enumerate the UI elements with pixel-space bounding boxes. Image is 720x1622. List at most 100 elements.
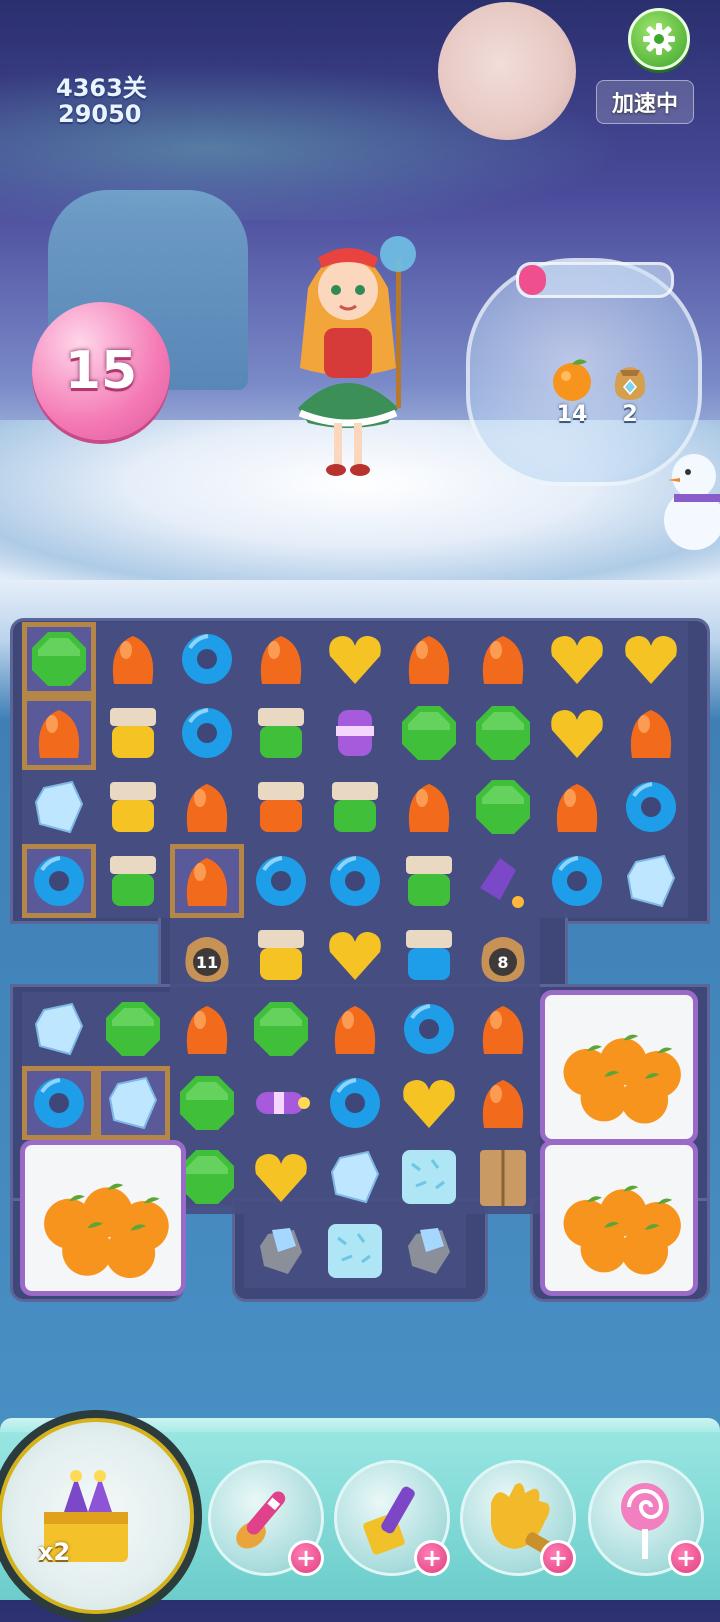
orange-gumdrop-candy[interactable] [22,696,96,770]
rock-crystal-blocker[interactable] [244,1214,318,1288]
orange-gumdrop-candy-icon [112,636,154,684]
goal-progress-bar [516,262,674,298]
blue-ring-candy[interactable] [22,1066,96,1140]
spoon-booster-add[interactable]: + [288,1540,324,1576]
orange-icon [553,359,591,401]
orange-gumdrop-candy-icon [186,784,228,832]
paintbrush-pot-icon [110,856,156,906]
frozen-ice-block[interactable] [392,1140,466,1214]
paintbrush-pot[interactable] [244,770,318,844]
green-octagon-candy[interactable] [466,770,540,844]
ice-crystal-candy-icon [626,854,676,908]
blue-ring-candy[interactable] [392,992,466,1066]
orange-gumdrop-candy[interactable] [392,770,466,844]
green-octagon-candy[interactable] [170,1066,244,1140]
yellow-heart-candy[interactable] [614,622,688,696]
blue-ring-candy[interactable] [170,696,244,770]
ice-crystal-candy[interactable] [22,770,96,844]
character-girl [298,236,416,476]
green-octagon-candy[interactable] [96,992,170,1066]
money-sack-blocker[interactable]: 8 [466,918,540,992]
paintbrush-pot[interactable] [392,844,466,918]
orange-gumdrop-candy[interactable] [466,622,540,696]
ice-crystal-candy[interactable] [22,992,96,1066]
frozen-ice-block[interactable] [318,1214,392,1288]
orange-gumdrop-candy[interactable] [466,992,540,1066]
orange-gumdrop-candy[interactable] [466,1066,540,1140]
yellow-heart-candy[interactable] [318,918,392,992]
paintbrush-pot[interactable] [244,918,318,992]
purple-potion-bottle[interactable] [318,696,392,770]
paintbrush-pot[interactable] [96,770,170,844]
paintbrush-pot-icon [258,708,304,758]
green-octagon-candy-icon [476,706,530,760]
green-octagon-candy[interactable] [244,992,318,1066]
yellow-heart-candy[interactable] [244,1140,318,1214]
blue-ring-candy[interactable] [244,844,318,918]
green-octagon-candy[interactable] [392,696,466,770]
firework-rocket-icon [480,858,524,908]
yellow-heart-candy[interactable] [392,1066,466,1140]
moon [438,2,576,140]
green-octagon-candy[interactable] [22,622,96,696]
blue-ring-candy[interactable] [318,844,392,918]
paintbrush-pot[interactable] [318,770,392,844]
orange-gumdrop-candy[interactable] [614,696,688,770]
settings-button[interactable] [628,8,690,70]
yellow-heart-candy[interactable] [318,622,392,696]
rocket-multiplier-button[interactable] [0,1410,202,1622]
orange-gumdrop-candy[interactable] [170,770,244,844]
wooden-crate-blocker[interactable] [466,1140,540,1214]
orange-gumdrop-candy[interactable] [318,992,392,1066]
orange-gumdrop-candy[interactable] [392,622,466,696]
speed-up-button[interactable]: 加速中 [596,80,694,124]
blue-ring-candy-icon [182,708,232,758]
paintbrush-pot[interactable] [244,696,318,770]
green-octagon-candy-icon [106,1002,160,1056]
orange-gumdrop-candy-icon [482,1080,524,1128]
ice-crystal-candy-icon [330,1150,380,1204]
goal-progress-fill [519,265,547,295]
ice-crystal-candy[interactable] [614,844,688,918]
blue-ring-candy-icon [404,1004,454,1054]
orange-crate-blocker[interactable] [20,1140,186,1296]
blue-ring-candy[interactable] [614,770,688,844]
glove-booster-add[interactable]: + [540,1540,576,1576]
blue-ring-candy[interactable] [318,1066,392,1140]
orange-crate-blocker[interactable] [540,990,698,1144]
green-octagon-candy-icon [32,632,86,686]
orange-gumdrop-candy[interactable] [540,770,614,844]
paintbrush-pot[interactable] [96,696,170,770]
orange-gumdrop-candy[interactable] [170,992,244,1066]
rock-crystal-blocker[interactable] [392,1214,466,1288]
firework-rocket[interactable] [466,844,540,918]
ice-crystal-candy[interactable] [96,1066,170,1140]
paintbrush-pot-icon [258,930,304,980]
level-label: 4363关 [56,74,147,102]
paintbrush-pot-icon [406,930,452,980]
ice-crystal-candy[interactable] [318,1140,392,1214]
yellow-heart-candy[interactable] [540,622,614,696]
orange-gumdrop-candy-icon [408,784,450,832]
blue-ring-candy[interactable] [170,622,244,696]
money-sack-blocker[interactable]: 11 [170,918,244,992]
blue-ring-candy[interactable] [540,844,614,918]
paintbrush-pot[interactable] [96,844,170,918]
purple-potion-horizontal[interactable] [244,1066,318,1140]
blue-ring-candy-icon [34,856,84,906]
green-octagon-candy[interactable] [466,696,540,770]
orange-gumdrop-candy[interactable] [244,622,318,696]
sack-counter-right: 8 [497,953,508,972]
lollipop-booster-add[interactable]: + [668,1540,704,1576]
hammer-booster-add[interactable]: + [414,1540,450,1576]
paintbrush-pot[interactable] [392,918,466,992]
orange-gumdrop-candy[interactable] [96,622,170,696]
orange-crate-blocker[interactable] [540,1140,698,1296]
yellow-heart-candy[interactable] [540,696,614,770]
orange-gumdrop-candy[interactable] [170,844,244,918]
blue-ring-candy-icon [330,856,380,906]
blue-ring-candy[interactable] [22,844,96,918]
yellow-heart-candy-icon [625,636,677,684]
goal-orange: 14 [544,356,600,427]
green-octagon-candy-icon [180,1076,234,1130]
